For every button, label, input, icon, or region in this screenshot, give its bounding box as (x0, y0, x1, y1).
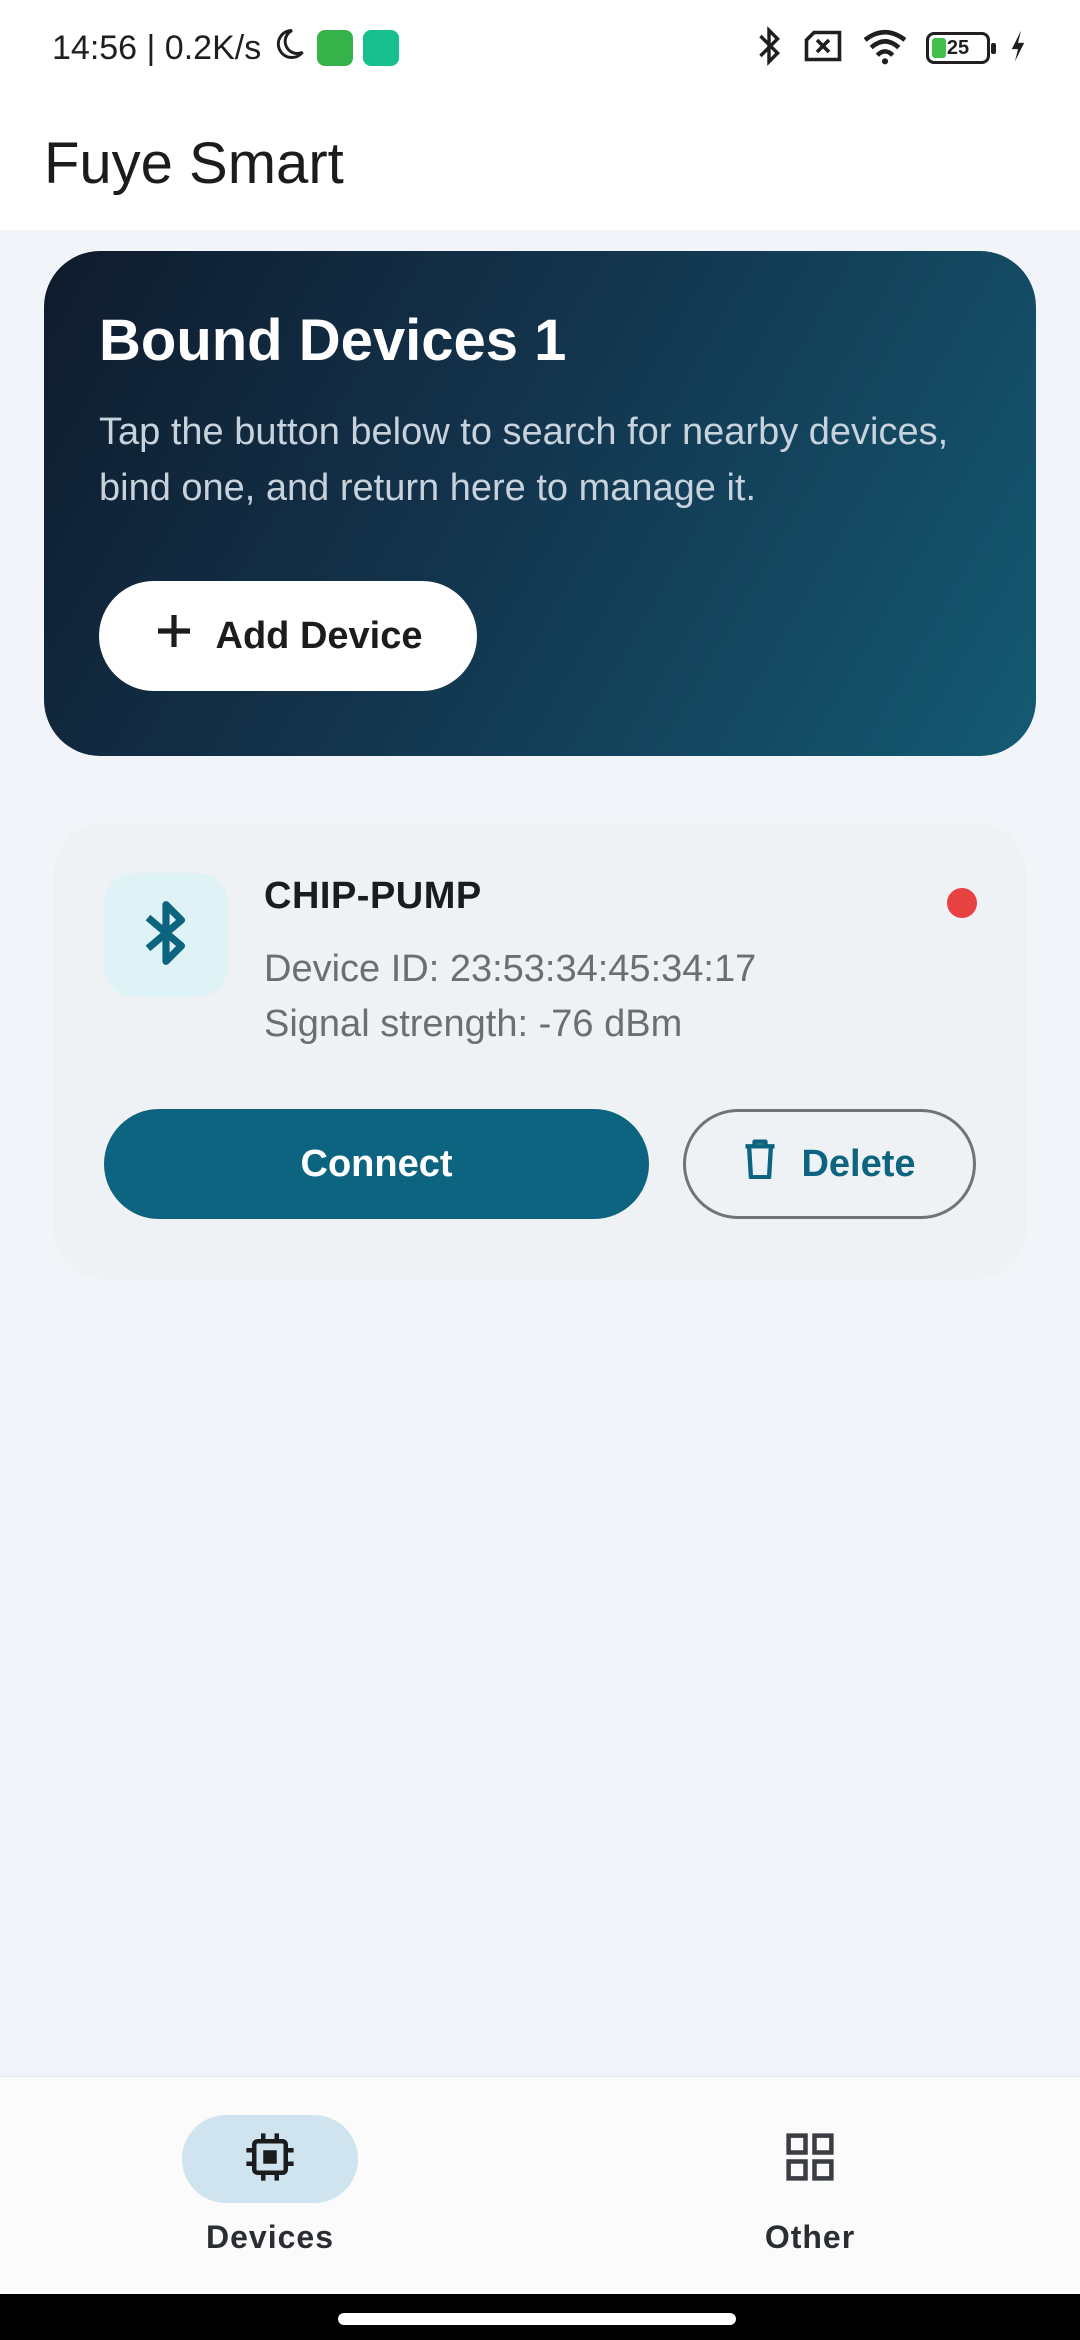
nav-icon-container (722, 2115, 898, 2203)
status-right: 25 (754, 25, 1028, 71)
device-icon-box (104, 873, 228, 997)
nav-label-other: Other (764, 2219, 856, 2255)
charging-icon (1008, 29, 1028, 68)
bound-devices-description: Tap the button below to search for nearb… (99, 411, 949, 509)
gesture-bar-area (0, 2294, 1080, 2340)
connect-button[interactable]: Connect (104, 1109, 649, 1219)
nav-active-indicator (182, 2115, 358, 2203)
status-time-speed: 14:56 | 0.2K/s (52, 28, 262, 67)
screen: 14:56 | 0.2K/s 25 Fuye Smart Bound Devic… (0, 0, 1080, 2340)
plus-icon (154, 611, 194, 661)
device-name: CHIP-PUMP (264, 875, 482, 917)
device-card[interactable]: CHIP-PUMP Device ID: 23:53:34:45:34:17 S… (54, 823, 1026, 1279)
grid-icon (783, 2130, 837, 2189)
bottom-navigation: Devices Other (0, 2076, 1080, 2294)
home-gesture-handle[interactable] (338, 2313, 736, 2325)
add-device-label: Add Device (215, 614, 423, 657)
no-sim-icon (802, 29, 844, 68)
bound-devices-card: Bound Devices 1 Tap the button below to … (44, 251, 1036, 756)
device-id: Device ID: 23:53:34:45:34:17 (264, 948, 757, 990)
status-bar: 14:56 | 0.2K/s 25 (0, 0, 1080, 96)
bound-devices-title: Bound Devices 1 (99, 308, 567, 373)
battery-icon: 25 (926, 32, 996, 64)
trash-icon (743, 1139, 777, 1189)
bluetooth-status-icon (754, 25, 784, 71)
wifi-icon (862, 27, 908, 70)
nav-item-other[interactable]: Other (540, 2077, 1080, 2295)
app-title: Fuye Smart (44, 130, 344, 196)
chip-icon (243, 2130, 297, 2189)
moon-icon (271, 26, 307, 71)
status-left: 14:56 | 0.2K/s (52, 26, 400, 71)
app-bar: Fuye Smart (0, 96, 1080, 230)
connection-status-dot (947, 888, 977, 918)
app-notification-icon (317, 30, 354, 66)
signal-strength: Signal strength: -76 dBm (264, 1003, 683, 1045)
delete-label: Delete (801, 1142, 916, 1185)
nav-label-devices: Devices (206, 2219, 334, 2255)
delete-button[interactable]: Delete (683, 1109, 976, 1219)
battery-level: 25 (946, 36, 970, 59)
bluetooth-icon (138, 897, 194, 974)
add-device-button[interactable]: Add Device (99, 581, 477, 691)
nav-item-devices[interactable]: Devices (0, 2077, 540, 2295)
shield-notification-icon (363, 30, 400, 66)
